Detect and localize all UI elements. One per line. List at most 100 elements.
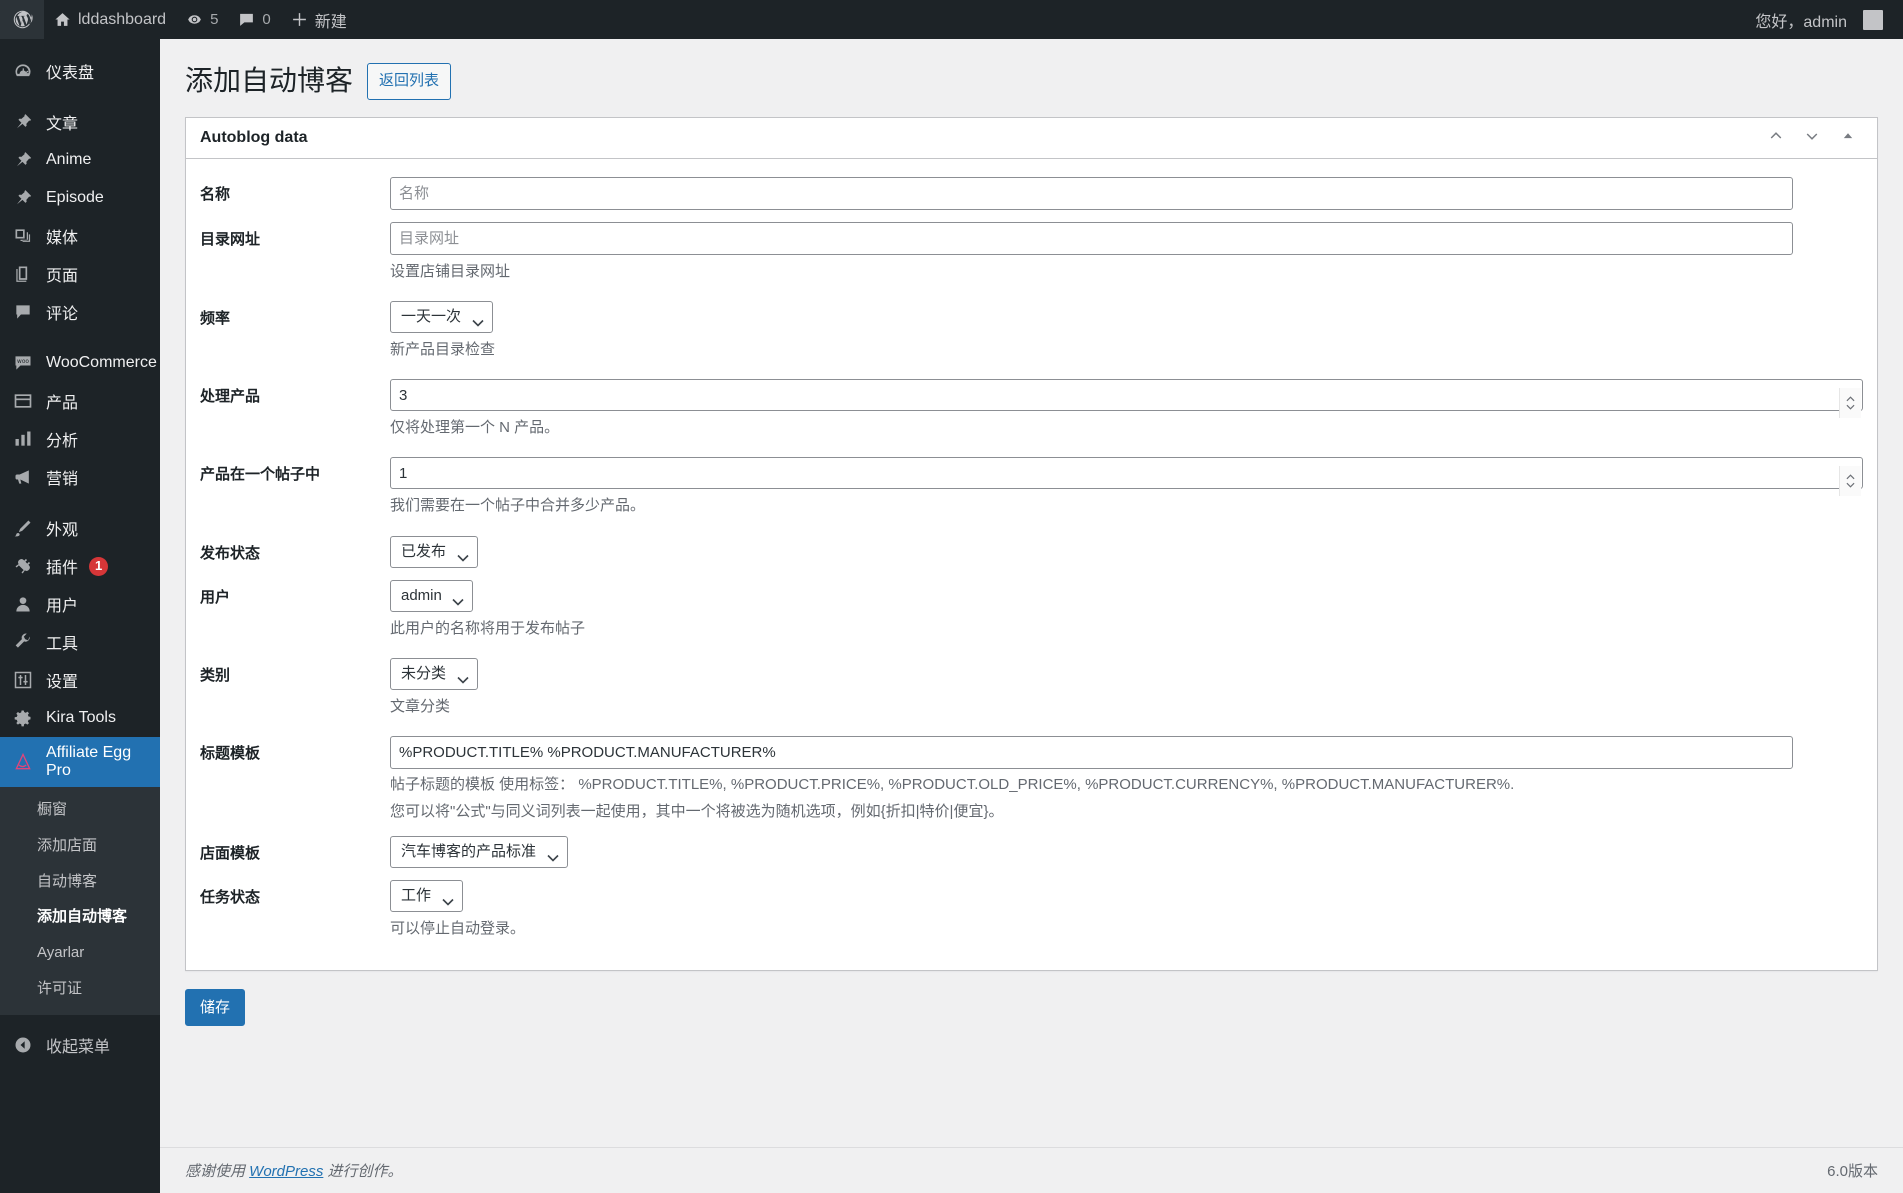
toggle-panel-button[interactable] <box>1831 121 1865 155</box>
sidebar-item-comments[interactable]: 评论 <box>0 293 160 331</box>
process-products-stepper[interactable] <box>1839 387 1861 418</box>
sidebar-item-tools[interactable]: 工具 <box>0 623 160 661</box>
sidebar-item-label: 产品 <box>46 395 79 412</box>
submenu-item-license[interactable]: 许可证 <box>0 971 160 1007</box>
sidebar-item-anime[interactable]: Anime <box>0 141 160 179</box>
sidebar-item-dashboard[interactable]: 仪表盘 <box>0 52 160 90</box>
sidebar-item-affiliate-egg-pro[interactable]: Affiliate Egg Pro <box>0 737 168 787</box>
process-products-number-wrap <box>390 379 1863 418</box>
field-label-frequency: 频率 <box>200 309 231 327</box>
save-button[interactable]: 储存 <box>185 988 246 1027</box>
sidebar-item-media[interactable]: 媒体 <box>0 217 160 255</box>
my-account-menu[interactable]: 您好，admin <box>1745 0 1903 39</box>
site-name-label: lddashboard <box>78 10 167 28</box>
footer-thanks-prefix: 感谢使用 <box>185 1163 250 1180</box>
field-row-storefront-template: 店面模板 汽车博客的产品标准 <box>200 826 1863 870</box>
wordpress-link[interactable]: WordPress <box>249 1163 323 1180</box>
name-input[interactable] <box>390 176 1793 210</box>
site-name-menu[interactable]: lddashboard <box>44 0 176 39</box>
sidebar-item-plugins[interactable]: 插件 1 <box>0 547 160 585</box>
field-control-post-status: 已发布 <box>390 535 1863 568</box>
field-desc-category: 文章分类 <box>390 697 451 715</box>
field-desc-title-template-line1: 帖子标题的模板 使用标签： %PRODUCT.TITLE%, %PRODUCT.… <box>390 776 1515 793</box>
wordpress-logo-menu[interactable] <box>0 0 44 39</box>
field-desc-process-products: 仅将处理第一个 N 产品。 <box>390 419 560 436</box>
field-control-name <box>390 176 1863 210</box>
frequency-select-wrap: 一天一次 <box>390 300 493 333</box>
page-icon <box>11 262 35 286</box>
home-icon <box>54 11 71 28</box>
field-control-process-products: 仅将处理第一个 N 产品。 <box>390 379 1863 445</box>
plugins-update-badge: 1 <box>89 556 109 576</box>
toggle-triangle-icon <box>1841 129 1855 146</box>
page-header: 添加自动博客 返回列表 <box>185 39 1878 112</box>
field-label-task-status: 任务状态 <box>200 888 261 906</box>
comments-menu[interactable]: 0 <box>228 0 280 39</box>
field-row-post-status: 发布状态 已发布 <box>200 526 1863 570</box>
updates-menu[interactable]: 5 <box>176 0 228 39</box>
submenu-item-showcase[interactable]: 橱窗 <box>0 792 160 828</box>
new-content-menu[interactable]: 新建 <box>281 0 357 39</box>
affiliate-egg-icon <box>11 750 35 774</box>
autoblog-data-panel: Autoblog data 名称 名称 目录网址 目录网址 设置店铺目录网址 频… <box>185 116 1878 971</box>
field-control-user: admin 此用户的名称将用于发布帖子 <box>390 579 1863 646</box>
sidebar-item-episode[interactable]: Episode <box>0 179 160 217</box>
sidebar-item-posts[interactable]: 文章 <box>0 103 160 141</box>
category-select[interactable]: 未分类 <box>390 657 478 690</box>
sidebar-item-pages[interactable]: 页面 <box>0 255 160 293</box>
collapse-menu-button[interactable]: 收起菜单 <box>0 1023 160 1067</box>
submenu-item-autoblog[interactable]: 自动博客 <box>0 864 160 900</box>
field-row-user: 用户 admin 此用户的名称将用于发布帖子 <box>200 570 1863 648</box>
catalog-url-input[interactable] <box>390 221 1793 255</box>
sidebar-item-woocommerce[interactable]: woo WooCommerce <box>0 344 160 382</box>
settings-sliders-icon <box>11 668 35 692</box>
title-template-input[interactable] <box>390 736 1793 769</box>
user-select-wrap: admin <box>390 579 473 612</box>
frequency-select[interactable]: 一天一次 <box>390 300 493 333</box>
field-control-products-in-post: 我们需要在一个帖子中合并多少产品。 <box>390 457 1863 523</box>
products-in-post-input[interactable] <box>390 457 1863 490</box>
move-down-button[interactable] <box>1795 121 1829 155</box>
sidebar-item-settings[interactable]: 设置 <box>0 661 160 699</box>
field-control-storefront-template: 汽车博客的产品标准 <box>390 835 1863 868</box>
menu-separator <box>0 90 160 103</box>
field-row-task-status: 任务状态 工作 可以停止自动登录。 <box>200 870 1863 948</box>
sidebar-item-label: Anime <box>46 151 92 168</box>
comments-count: 0 <box>262 11 271 28</box>
admin-bar: lddashboard 5 0 新建 您好，admin <box>0 0 1903 39</box>
field-label-name: 名称 <box>200 185 231 203</box>
products-in-post-stepper[interactable] <box>1839 465 1861 496</box>
new-content-label: 新建 <box>314 13 347 31</box>
back-to-list-button[interactable]: 返回列表 <box>367 63 452 100</box>
updates-icon <box>186 11 203 28</box>
users-icon <box>11 592 35 616</box>
sidebar-item-analytics[interactable]: 分析 <box>0 420 160 458</box>
sidebar-item-appearance[interactable]: 外观 <box>0 509 160 547</box>
gear-icon <box>11 706 35 730</box>
user-select[interactable]: admin <box>390 579 473 612</box>
sidebar-item-marketing[interactable]: 营销 <box>0 458 160 496</box>
post-status-select[interactable]: 已发布 <box>390 535 478 568</box>
sidebar-item-kira-tools[interactable]: Kira Tools <box>0 699 160 737</box>
storefront-template-select[interactable]: 汽车博客的产品标准 <box>390 835 568 868</box>
field-label-products-in-post: 产品在一个帖子中 <box>200 466 321 484</box>
field-label-catalog-url: 目录网址 <box>200 230 261 248</box>
tools-wrench-icon <box>11 630 35 654</box>
panel-header: Autoblog data <box>186 118 1877 159</box>
submit-row: 储存 <box>185 971 1878 1035</box>
panel-header-actions <box>1759 121 1865 155</box>
sidebar-item-users[interactable]: 用户 <box>0 585 160 623</box>
submenu-item-add-store[interactable]: 添加店面 <box>0 828 160 864</box>
sidebar-item-products[interactable]: 产品 <box>0 382 160 420</box>
move-up-button[interactable] <box>1759 121 1793 155</box>
submenu-item-add-autoblog[interactable]: 添加自动博客 <box>0 899 160 935</box>
field-control-title-template: 帖子标题的模板 使用标签： %PRODUCT.TITLE%, %PRODUCT.… <box>390 736 1863 824</box>
pin-icon <box>11 110 35 134</box>
process-products-input[interactable] <box>390 379 1863 411</box>
submenu-item-ayarlar[interactable]: Ayarlar <box>0 935 160 971</box>
menu-separator <box>0 331 160 344</box>
field-control-frequency: 一天一次 新产品目录检查 <box>390 300 1863 367</box>
affiliate-egg-submenu: 橱窗 添加店面 自动博客 添加自动博客 Ayarlar 许可证 <box>0 787 160 1015</box>
panel-body: 名称 目录网址 设置店铺目录网址 频率 <box>186 159 1877 970</box>
task-status-select[interactable]: 工作 <box>390 879 463 912</box>
